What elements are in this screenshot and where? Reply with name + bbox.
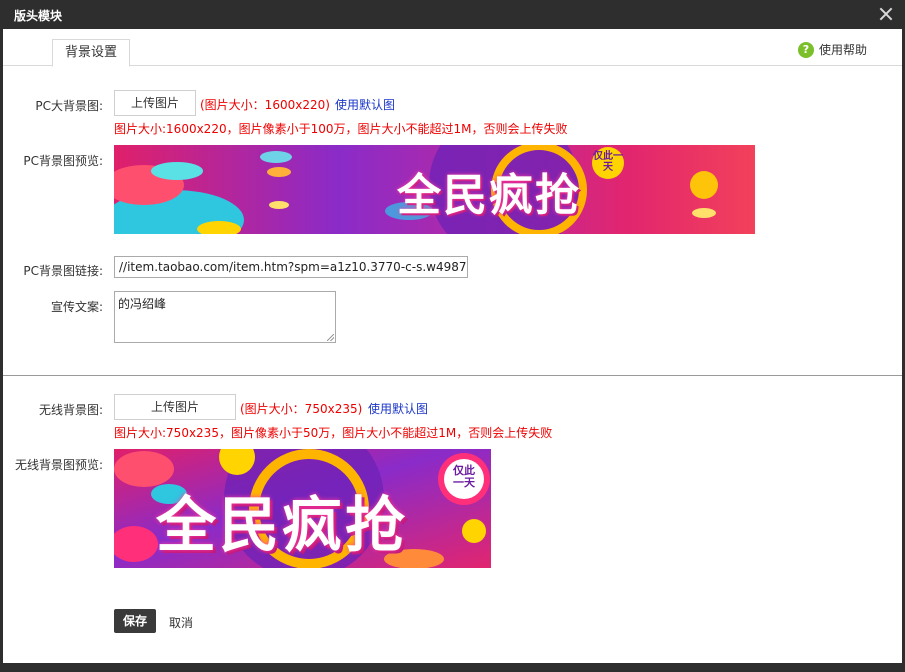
pc-bg-label: PC大背景图:	[35, 99, 103, 113]
pc-preview-label: PC背景图预览:	[23, 154, 103, 168]
mobile-banner-preview: 全民疯抢 仅此一天	[114, 449, 491, 568]
close-icon[interactable]	[877, 5, 895, 23]
tab-bar: 背景设置 ? 使用帮助	[3, 29, 902, 67]
help-label: 使用帮助	[818, 43, 867, 57]
resize-grip-icon[interactable]	[327, 334, 334, 341]
dialog-titlebar: 版头模块	[0, 0, 905, 29]
tab-background-settings[interactable]: 背景设置	[52, 39, 130, 67]
help-link[interactable]: ? 使用帮助	[797, 41, 867, 58]
mobile-banner-title: 全民疯抢	[156, 491, 408, 561]
mobile-use-default-link[interactable]: 使用默认图	[368, 400, 428, 417]
dialog-title: 版头模块	[14, 9, 63, 23]
pc-banner-title: 全民疯抢	[397, 170, 581, 221]
mobile-banner-badge: 仅此一天	[453, 464, 475, 489]
pc-upload-button[interactable]: 上传图片	[114, 90, 196, 116]
pc-link-label: PC背景图链接:	[23, 264, 103, 278]
mobile-bg-label: 无线背景图:	[38, 403, 103, 417]
copy-label: 宣传文案:	[50, 300, 103, 314]
dialog-body: 背景设置 ? 使用帮助 PC大背景图: 上传图片 (图片大小：1600x220)…	[3, 29, 902, 663]
mobile-upload-warning: 图片大小:750x235，图片像素小于50万，图片大小不能超过1M，否则会上传失…	[114, 426, 553, 440]
pc-use-default-link[interactable]: 使用默认图	[335, 96, 395, 113]
cancel-button[interactable]: 取消	[169, 614, 193, 631]
mobile-upload-button[interactable]: 上传图片	[114, 394, 236, 420]
section-divider	[3, 375, 902, 376]
pc-link-input[interactable]: //item.taobao.com/item.htm?spm=a1z10.377…	[114, 256, 468, 278]
mobile-size-hint: (图片大小：750x235)	[240, 402, 363, 416]
copy-text: 的冯绍峰	[118, 297, 167, 311]
mobile-preview-label: 无线背景图预览:	[14, 458, 103, 472]
pc-size-hint: (图片大小：1600x220)	[200, 98, 330, 112]
pc-banner-preview: 全民疯抢 仅此一天	[114, 145, 755, 234]
pc-upload-warning: 图片大小:1600x220，图片像素小于100万，图片大小不能超过1M，否则会上…	[114, 122, 568, 136]
help-icon: ?	[797, 41, 814, 58]
copy-textarea[interactable]: 的冯绍峰	[114, 291, 336, 343]
save-button[interactable]: 保存	[114, 609, 156, 633]
pc-banner-badge: 仅此一天	[593, 151, 623, 173]
